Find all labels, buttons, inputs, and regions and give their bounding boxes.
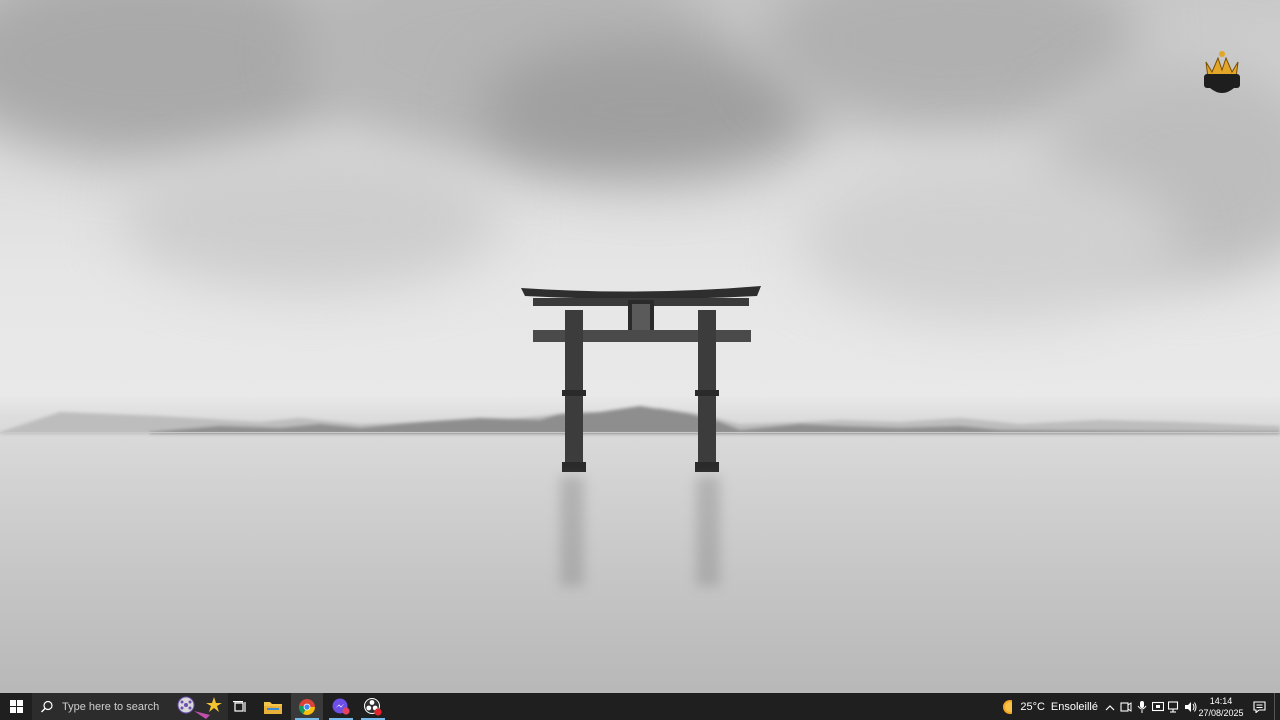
folder-icon: [264, 701, 282, 714]
sun-weather-icon: [1003, 699, 1013, 714]
display-button[interactable]: [1150, 693, 1166, 720]
desktop-wallpaper: [0, 0, 1280, 693]
device-icon: [1120, 701, 1132, 712]
volume-icon: [1184, 701, 1196, 712]
chevron-up-icon: [1105, 704, 1115, 710]
network-icon: [1167, 700, 1178, 713]
torii-gate: [521, 286, 761, 472]
gate-reflection: [696, 476, 720, 586]
search-placeholder: Type here to search: [62, 700, 160, 713]
taskbar: Type here to search 25°C Ensoleillé 14:1…: [0, 693, 1280, 720]
messenger-icon: [332, 698, 350, 715]
gate-reflection: [560, 476, 584, 586]
chrome-button[interactable]: [291, 693, 323, 720]
show-hidden-icons-button[interactable]: [1102, 693, 1118, 720]
file-explorer-button[interactable]: [257, 693, 289, 720]
notification-center-button[interactable]: [1248, 693, 1270, 720]
microphone-icon: [1137, 700, 1147, 713]
clock-time: 14:14: [1209, 696, 1233, 706]
zenon-desktop-icon[interactable]: [1200, 44, 1244, 100]
task-view-icon: [233, 700, 246, 712]
task-view-button[interactable]: [228, 693, 252, 720]
weather-temperature: 25°C: [1020, 700, 1045, 713]
network-button[interactable]: [1166, 693, 1182, 720]
clock-date: 27/08/2025: [1198, 708, 1244, 718]
clock[interactable]: 14:14 27/08/2025: [1196, 693, 1246, 720]
weather-widget[interactable]: 25°C Ensoleillé: [1002, 693, 1098, 720]
microphone-button[interactable]: [1134, 693, 1150, 720]
start-button[interactable]: [0, 693, 32, 720]
windows-logo-icon: [9, 700, 23, 713]
crown-logo-icon: [1204, 51, 1240, 93]
weather-condition: Ensoleillé: [1050, 700, 1098, 713]
display-icon: [1152, 701, 1164, 711]
search-highlight-icon: [177, 696, 222, 719]
search-box[interactable]: Type here to search: [32, 693, 228, 720]
show-desktop-button[interactable]: [1274, 693, 1280, 720]
meet-now-button[interactable]: [1118, 693, 1134, 720]
messenger-button[interactable]: [325, 693, 357, 720]
chrome-icon: [299, 698, 315, 715]
cloud: [800, 160, 1180, 320]
obs-button[interactable]: [357, 693, 389, 720]
obs-icon: [364, 697, 382, 716]
notification-icon: [1252, 700, 1266, 713]
cloud: [120, 150, 500, 290]
search-icon: [41, 700, 53, 712]
